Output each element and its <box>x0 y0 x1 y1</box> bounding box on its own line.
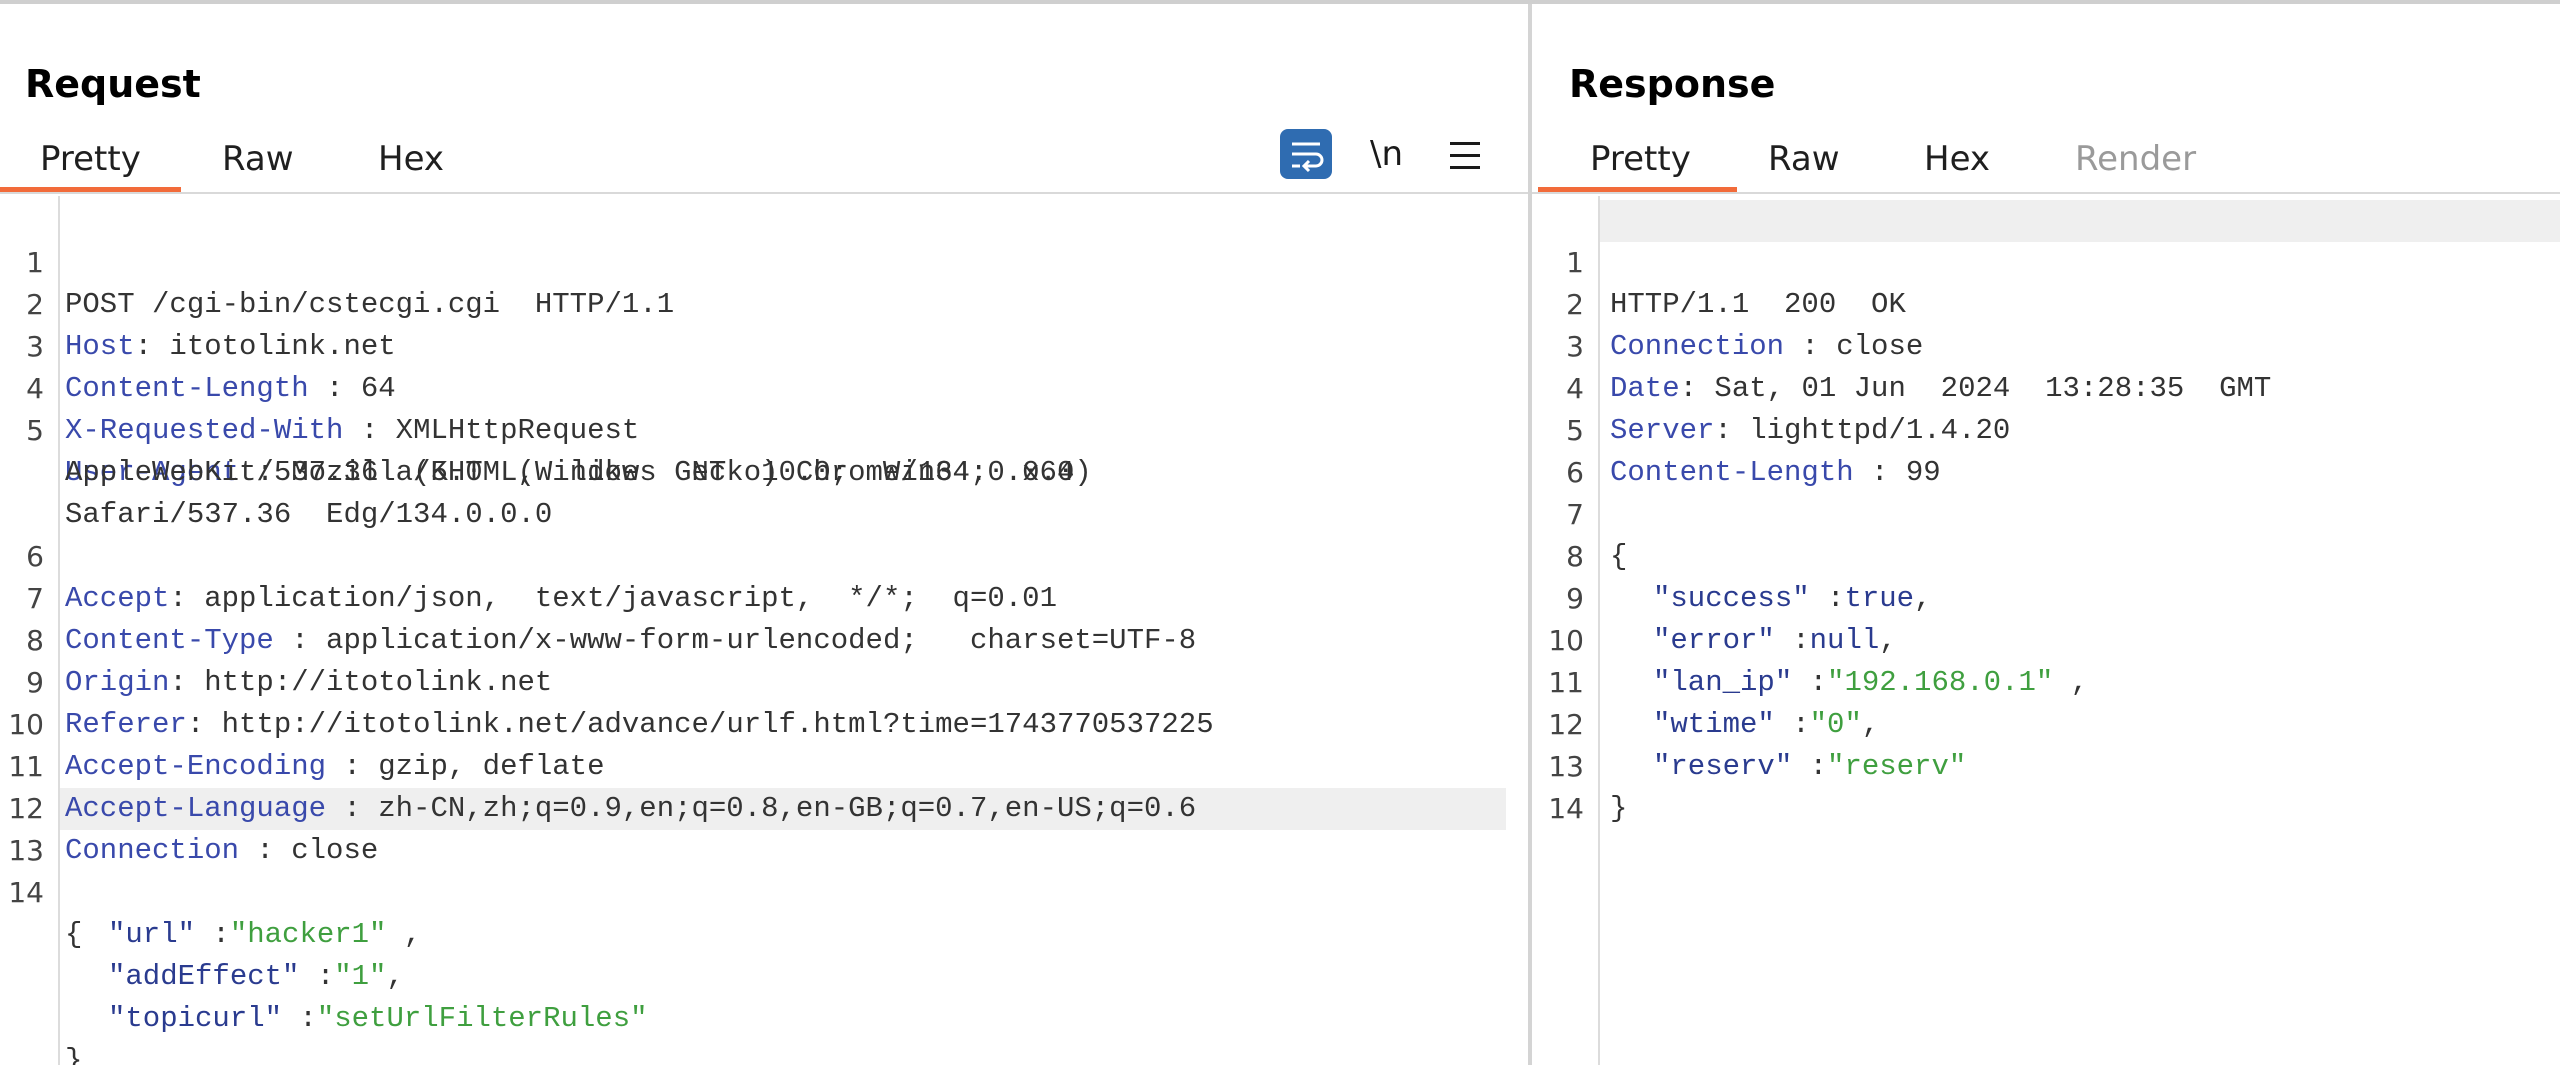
response-tab-raw[interactable]: Raw <box>1768 128 1840 192</box>
code-line: 2 Connection : close <box>1566 288 1924 363</box>
code-line: 5 Content-Length : 99 <box>1566 414 1941 489</box>
request-editor[interactable]: 1 POST /cgi-bin/cstecgi.cgi HTTP/1.1 2 H… <box>0 196 1528 1065</box>
request-tab-pretty[interactable]: Pretty <box>0 128 181 193</box>
code-line: 2 Host: itotolink.net <box>26 288 396 363</box>
code-line: 12 "reserv" :"reserv" <box>1548 708 1967 783</box>
response-tab-render[interactable]: Render <box>2075 128 2196 192</box>
response-editor[interactable]: 1 HTTP/1.1 200 OK 2 Connection : close 3… <box>1532 196 2560 1065</box>
code-line: 11 "wtime" :"0", <box>1548 666 1880 741</box>
code-line: 10 "lan_ip" :"192.168.0.1" , <box>1548 624 2089 699</box>
tab-underline-divider <box>1532 192 2560 194</box>
response-tab-hex[interactable]: Hex <box>1924 128 1990 192</box>
code-line: 5 User-Agent : Mozilla/5.0 (Windows NT 1… <box>26 414 1092 489</box>
code-line: 7 { <box>1566 498 1628 573</box>
code-line: 9 "error" :null, <box>1566 582 1897 657</box>
word-wrap-toggle-button[interactable] <box>1280 129 1332 179</box>
code-line: 3 Date: Sat, 01 Jun 2024 13:28:35 GMT <box>1566 330 2272 405</box>
code-line: 7 Content-Type : application/x-www-form-… <box>26 582 1197 657</box>
request-tab-hex[interactable]: Hex <box>378 128 444 192</box>
code-line: 8 "success" :true, <box>1566 540 1932 615</box>
code-line-continuation: "topicurl" :"setUrlFilterRules" <box>108 1002 648 1035</box>
word-wrap-icon <box>1292 142 1324 173</box>
code-line: 4 Server: lighttpd/1.4.20 <box>1566 372 2011 447</box>
code-line: 13 <box>8 834 44 867</box>
response-panel: Response Pretty Raw Hex Render 1 HTTP/1.… <box>1532 4 2560 1065</box>
response-tabs: Pretty Raw Hex Render <box>1532 128 2560 193</box>
request-panel: Request Pretty Raw Hex \n 1 POST /cgi-bi… <box>0 4 1528 1065</box>
code-line: 11 Accept-Language : zh-CN,zh;q=0.9,en;q… <box>8 750 1197 825</box>
code-line: 10 Accept-Encoding : gzip, deflate <box>8 708 605 783</box>
code-line: 8 Origin: http://itotolink.net <box>26 624 553 699</box>
request-title: Request <box>25 62 201 106</box>
code-line: 14 { <box>8 876 83 951</box>
response-tab-pretty[interactable]: Pretty <box>1538 128 1737 193</box>
tab-underline-divider <box>0 192 1528 194</box>
hamburger-menu-icon[interactable] <box>1450 142 1482 170</box>
response-title: Response <box>1569 62 1776 106</box>
code-line-continuation: Safari/537.36 Edg/134.0.0.0 <box>65 498 553 531</box>
code-line-continuation: "url" :"hacker1" , <box>108 918 422 951</box>
code-line: 4 X-Requested-With : XMLHttpRequest <box>26 372 640 447</box>
request-tab-raw[interactable]: Raw <box>222 128 294 192</box>
code-line-continuation: "addEffect" :"1", <box>108 960 404 993</box>
code-line: 12 Connection : close <box>8 792 379 867</box>
code-line-continuation: } <box>65 1044 83 1065</box>
code-line: 6 <box>1566 456 1584 489</box>
code-line: 13 } <box>1548 750 1628 825</box>
code-line: 14 <box>1548 792 1584 825</box>
code-line: 6 Accept: application/json, text/javascr… <box>26 540 1057 615</box>
show-newlines-button[interactable]: \n <box>1370 130 1403 178</box>
code-line: 9 Referer: http://itotolink.net/advance/… <box>26 666 1214 741</box>
code-line: 1 HTTP/1.1 200 OK <box>1566 246 1906 321</box>
code-line-continuation: AppleWebKit/537.36 (KHTML, like Gecko) C… <box>65 456 1075 489</box>
code-line: 3 Content-Length : 64 <box>26 330 396 405</box>
code-line: 1 POST /cgi-bin/cstecgi.cgi HTTP/1.1 <box>26 246 675 321</box>
